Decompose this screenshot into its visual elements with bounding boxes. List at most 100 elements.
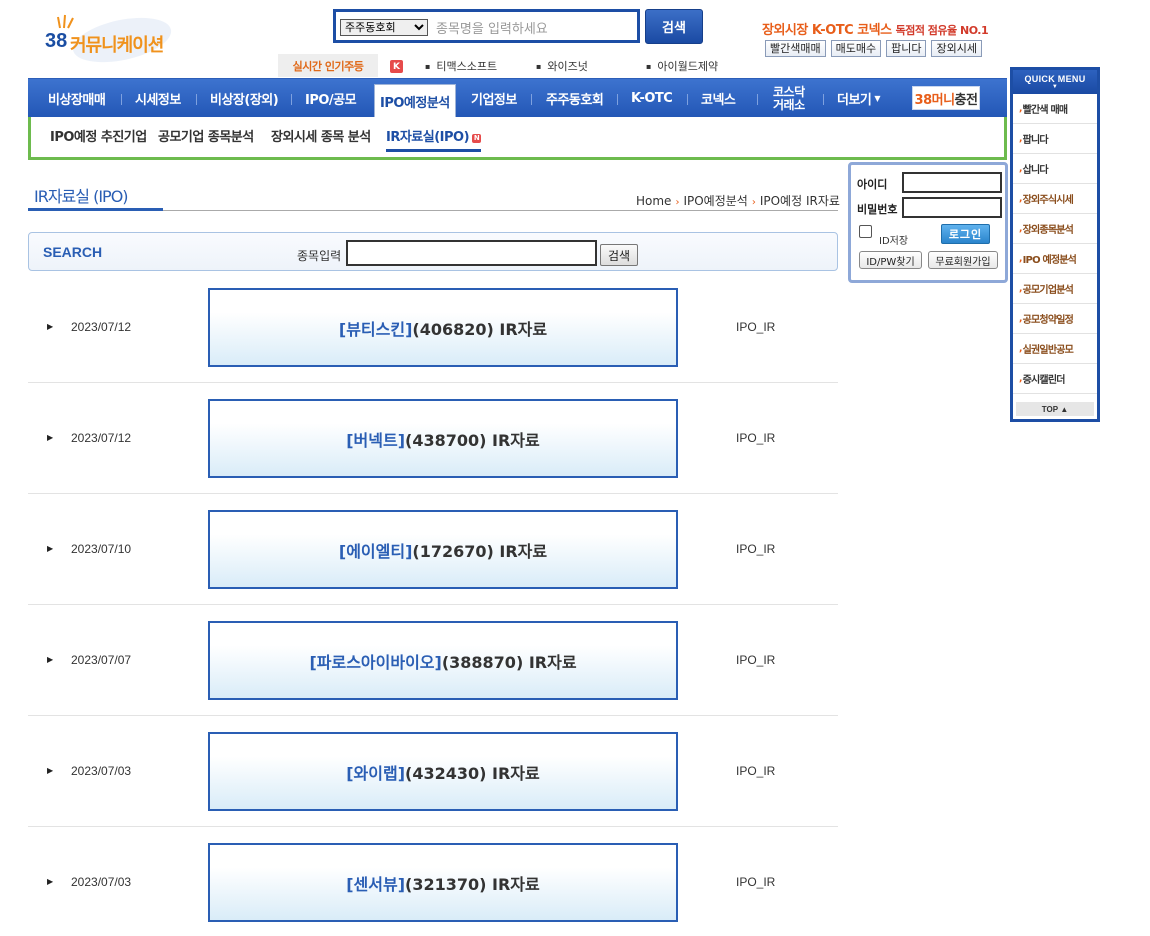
ir-code: (388870) IR자료: [441, 652, 577, 672]
quick-item-subscription-schedule[interactable]: 공모청약일정: [1013, 304, 1097, 334]
quick-item-ipo-analysis[interactable]: IPO 예정분석: [1013, 244, 1097, 274]
item-category: IPO_IR: [736, 542, 776, 556]
nav-unlisted-trade[interactable]: 비상장매매: [48, 79, 106, 118]
breadcrumb-arrow-icon: ›: [751, 197, 756, 208]
breadcrumb-arrow-icon: ›: [675, 197, 680, 208]
stock-input-label: 종목입력: [297, 249, 342, 263]
nav-separator: [291, 94, 292, 105]
item-category: IPO_IR: [736, 875, 776, 889]
id-input[interactable]: [902, 172, 1002, 193]
stock-search-button[interactable]: 검색: [600, 244, 638, 266]
quick-item-public-offering[interactable]: 실권일반공모: [1013, 334, 1097, 364]
ir-card[interactable]: [센서뷰] (321370) IR자료: [208, 843, 678, 922]
item-date: 2023/07/07: [71, 653, 132, 667]
bullet-icon: ▶: [47, 544, 54, 553]
subnav-ir-library[interactable]: IR자료실(IPO) N: [386, 126, 482, 152]
breadcrumb-home[interactable]: Home: [636, 194, 671, 208]
id-label: 아이디: [857, 178, 888, 191]
popular-item[interactable]: 아이월드제약: [646, 58, 718, 74]
top-search-box: 주주동호회 종목명을 입력하세요: [333, 9, 640, 43]
top-search-input[interactable]: 종목명을 입력하세요: [436, 18, 548, 37]
quick-button-sell[interactable]: 팝니다: [886, 40, 927, 57]
nav-shareholders[interactable]: 주주동호회: [546, 79, 604, 118]
quick-item-otc-price[interactable]: 장외주식시세: [1013, 184, 1097, 214]
quick-item-sell[interactable]: 팝니다: [1013, 124, 1097, 154]
nav-company-info[interactable]: 기업정보: [471, 79, 517, 118]
ir-code: (438700) IR자료: [405, 430, 540, 450]
charge-label: 충전: [954, 92, 978, 108]
popular-item[interactable]: 티맥스소프트: [425, 58, 497, 74]
money-label: 38머니: [914, 92, 956, 108]
search-label: SEARCH: [43, 244, 103, 260]
k-otc-icon: K: [390, 60, 403, 73]
ir-card[interactable]: [와이랩] (432430) IR자료: [208, 732, 678, 811]
site-logo[interactable]: 38 커뮤니케이션: [42, 10, 182, 70]
ir-company-name: [버넥트]: [346, 430, 406, 450]
join-button[interactable]: 무료회원가입: [928, 251, 998, 269]
quick-item-red-trade[interactable]: 빨간색 매매: [1013, 94, 1097, 124]
quick-item-buy[interactable]: 삽니다: [1013, 154, 1097, 184]
save-id-checkbox[interactable]: [859, 225, 872, 238]
subnav-otc-analysis[interactable]: 장외시세 종목 분석: [271, 126, 371, 145]
nav-ipo[interactable]: IPO/공모: [305, 79, 357, 118]
ir-card[interactable]: [뷰티스킨] (406820) IR자료: [208, 288, 678, 367]
breadcrumb-section[interactable]: IPO예정분석: [683, 194, 747, 208]
top-search-button[interactable]: 검색: [645, 9, 703, 44]
promo-main: 장외시장 K-OTC 코넥스: [762, 23, 896, 38]
item-date: 2023/07/12: [71, 320, 132, 334]
nav-konex[interactable]: 코넥스: [701, 79, 736, 118]
popular-item[interactable]: 와이즈넛: [536, 58, 587, 74]
ir-company-name: [에이엘티]: [338, 541, 413, 561]
quick-item-calendar[interactable]: 증시캘린더: [1013, 364, 1097, 394]
find-id-pw-button[interactable]: ID/PW찾기: [859, 251, 922, 269]
subnav-ipo-planned[interactable]: IPO예정 추진기업: [50, 126, 147, 145]
breadcrumb: Home › IPO예정분석 › IPO예정 IR자료: [636, 192, 840, 209]
main-nav: 비상장매매 시세정보 비상장(장외) IPO/공모 IPO예정분석 기업정보 주…: [28, 78, 1007, 118]
caret-down-icon: ▼: [1051, 84, 1059, 90]
popular-stocks-label: 실시간 인기주등: [278, 54, 378, 77]
ir-code: (321370) IR자료: [405, 874, 540, 894]
quick-buttons: 빨간색매매 매도매수 팝니다 장외시세: [765, 40, 982, 57]
quick-item-offering-analysis[interactable]: 공모기업분석: [1013, 274, 1097, 304]
list-item: ▶ 2023/07/03 [와이랩] (432430) IR자료 IPO_IR: [28, 716, 838, 827]
login-button[interactable]: 로그인: [941, 224, 990, 244]
ir-code: (432430) IR자료: [405, 763, 540, 783]
ir-card[interactable]: [파로스아이바이오] (388870) IR자료: [208, 621, 678, 700]
logo-number: 38: [45, 30, 68, 52]
bullet-icon: ▶: [47, 766, 54, 775]
ir-card[interactable]: [에이엘티] (172670) IR자료: [208, 510, 678, 589]
quick-button-otc-price[interactable]: 장외시세: [931, 40, 982, 57]
breadcrumb-current: IPO예정 IR자료: [759, 194, 840, 208]
quick-item-otc-analysis[interactable]: 장외종목분석: [1013, 214, 1097, 244]
nav-price-info[interactable]: 시세정보: [135, 79, 181, 118]
nav-separator: [687, 94, 688, 105]
stock-search-input[interactable]: [346, 240, 597, 266]
money-charge-button[interactable]: 38머니 충전: [912, 86, 980, 110]
caret-down-icon: ▼: [874, 94, 881, 103]
nav-unlisted-otc[interactable]: 비상장(장외): [210, 79, 279, 118]
title-divider: [163, 210, 838, 211]
item-date: 2023/07/10: [71, 542, 132, 556]
nav-kosdaq-exchange[interactable]: 코스닥 거래소: [773, 79, 805, 118]
item-date: 2023/07/03: [71, 764, 132, 778]
item-category: IPO_IR: [736, 653, 776, 667]
nav-more[interactable]: 더보기 ▼: [837, 79, 881, 118]
item-date: 2023/07/03: [71, 875, 132, 889]
password-input[interactable]: [902, 197, 1002, 218]
ir-company-name: [와이랩]: [346, 763, 406, 783]
caret-up-icon: ▲: [1060, 404, 1069, 414]
subnav-offering-analysis[interactable]: 공모기업 종목분석: [158, 126, 254, 145]
quick-button-sell-buy[interactable]: 매도매수: [830, 40, 882, 57]
bullet-icon: ▶: [47, 433, 54, 442]
top-button[interactable]: TOP ▲: [1016, 402, 1094, 416]
nav-separator: [121, 94, 122, 105]
quick-button-red-trade[interactable]: 빨간색매매: [765, 40, 826, 57]
item-category: IPO_IR: [736, 320, 776, 334]
ir-card[interactable]: [버넥트] (438700) IR자료: [208, 399, 678, 478]
nav-k-otc[interactable]: K-OTC: [631, 79, 673, 118]
list-item: ▶ 2023/07/10 [에이엘티] (172670) IR자료 IPO_IR: [28, 494, 838, 605]
search-category-select[interactable]: 주주동호회: [340, 19, 428, 36]
nav-ipo-analysis[interactable]: IPO예정분석: [374, 84, 456, 118]
quick-menu: QUICK MENU ▼ 빨간색 매매 팝니다 삽니다 장외주식시세 장외종목분…: [1010, 67, 1100, 422]
quick-menu-title: QUICK MENU: [1024, 74, 1086, 84]
